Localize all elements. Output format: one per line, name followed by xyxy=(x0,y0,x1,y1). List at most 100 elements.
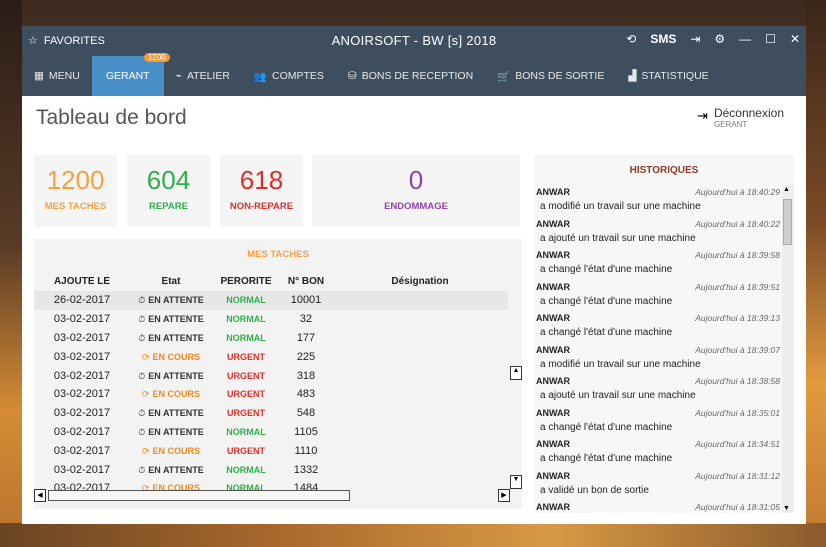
logout-role: GERANT xyxy=(713,120,748,129)
col-perorite[interactable]: PERORITE xyxy=(212,271,280,291)
page-title: Tableau de bord xyxy=(36,106,187,129)
cell-date: 03-02-2017 xyxy=(53,313,111,326)
pulse-icon: ⌁ xyxy=(175,70,182,82)
history-scroll-up[interactable]: ▲ xyxy=(783,186,790,193)
stat-mes-taches[interactable]: 1200 MES TACHES xyxy=(34,155,117,227)
table-row[interactable]: 03-02-2017 ⟳ EN COURS URGENT 225 xyxy=(34,347,508,366)
table-horizontal-scrollbar[interactable]: ◀ ▶ xyxy=(34,489,512,502)
history-item[interactable]: ANWAR Aujourd'hui à 18:31:12 a validé un b… xyxy=(534,469,782,501)
stat-endommage[interactable]: 0 ENDOMMAGE xyxy=(312,155,520,227)
table-scroll-down[interactable]: ▼ xyxy=(510,475,522,489)
stat-repare[interactable]: 604 REPARE xyxy=(127,155,210,227)
col-ajoute-le[interactable]: AJOUTE LE xyxy=(34,271,130,291)
cell-priority: URGENT xyxy=(212,404,280,423)
table-row[interactable]: 03-02-2017 ⏱ EN ATTENTE NORMAL 1332 xyxy=(34,460,508,479)
table-row[interactable]: 03-02-2017 ⏱ EN ATTENTE NORMAL 32 xyxy=(34,310,508,329)
history-message: a changé l'état d'une machine xyxy=(540,327,673,338)
cell-priority: NORMAL xyxy=(212,329,280,348)
cell-bon: 1332 xyxy=(293,463,319,476)
history-scrollbar[interactable]: ▲ ▼ xyxy=(782,185,794,513)
col-n-bon[interactable]: N° BON xyxy=(280,271,332,291)
cell-designation xyxy=(332,385,508,404)
stat-non-repare[interactable]: 618 NON-REPARE xyxy=(220,155,303,227)
nav-bons-reception-label: BONS DE RECEPTION xyxy=(361,70,474,82)
history-message: a changé l'état d'une machine xyxy=(540,421,673,433)
table-row[interactable]: 03-02-2017 ⟳ EN COURS URGENT 1110 xyxy=(34,441,508,460)
nav-gerant[interactable]: GERANT 1200 xyxy=(91,53,170,96)
stopwatch-icon: ⏱ xyxy=(138,464,146,475)
logout-button[interactable]: ⇥ Déconnexion GERANT xyxy=(697,106,784,129)
history-time: Aujourd'hui à 18:38:58 xyxy=(695,376,780,386)
cell-priority: NORMAL xyxy=(212,310,280,329)
scroll-left-button[interactable]: ◀ xyxy=(34,489,46,502)
history-item[interactable]: ANWAR Aujourd'hui à 18:34:51 a changé l'ét… xyxy=(534,437,782,469)
history-item[interactable]: ANWAR Aujourd'hui à 18:40:22 a ajouté un t… xyxy=(534,217,782,249)
history-item[interactable]: ANWAR Aujourd'hui à 18:35:01 a changé l'ét… xyxy=(534,406,782,438)
cell-bon: 548 xyxy=(296,407,316,420)
minimize-button[interactable]: — xyxy=(739,32,751,46)
history-scroll-thumb[interactable] xyxy=(783,199,792,245)
table-scroll-up[interactable]: ▲ xyxy=(510,366,522,380)
history-item[interactable]: ANWAR Aujourd'hui à 18:40:29 a modifié un … xyxy=(534,185,782,217)
priority-label: URGENT xyxy=(227,408,265,419)
logout-label: Déconnexion xyxy=(713,106,784,120)
history-item[interactable]: ANWAR Aujourd'hui à 18:39:58 a changé l'ét… xyxy=(534,248,782,280)
history-message: a changé l'état d'une machine xyxy=(540,295,673,307)
grid-icon: ▦ xyxy=(34,70,44,82)
table-row[interactable]: 03-02-2017 ⏱ EN ATTENTE NORMAL 177 xyxy=(34,329,508,348)
priority-label: URGENT xyxy=(227,389,265,400)
gear-icon[interactable]: ⚙ xyxy=(714,32,725,46)
sms-button[interactable]: SMS xyxy=(650,32,676,46)
tasks-panel: MES TACHES AJOUTE LE Etat PERORITE N° BO… xyxy=(34,239,522,509)
status-label: EN COURS xyxy=(152,445,201,456)
cell-priority: URGENT xyxy=(212,366,280,385)
history-user: ANWAR xyxy=(536,187,570,197)
history-item[interactable]: ANWAR Aujourd'hui à 18:39:13 a changé l'ét… xyxy=(534,311,782,343)
table-row[interactable]: 03-02-2017 ⏱ EN ATTENTE NORMAL 1105 xyxy=(34,423,508,442)
nav-bons-sortie[interactable]: 🛒 BONS DE SORTIE xyxy=(485,56,616,96)
cell-bon: 10001 xyxy=(280,291,332,310)
paint-icon[interactable]: ⟲ xyxy=(626,32,636,46)
cell-etat: ⏱ EN ATTENTE xyxy=(130,291,212,310)
nav-atelier[interactable]: ⌁ ATELIER xyxy=(164,56,242,96)
exit-icon[interactable]: ⇥ xyxy=(690,32,700,46)
col-designation[interactable]: Désignation xyxy=(332,271,508,291)
history-item[interactable]: ANWAR Aujourd'hui à 18:39:51 a changé l'ét… xyxy=(534,280,782,312)
history-user: ANWAR xyxy=(536,218,570,229)
cell-date: 03-02-2017 xyxy=(53,369,111,382)
nav-menu[interactable]: ▦ MENU xyxy=(22,56,92,96)
table-row[interactable]: 03-02-2017 ⟳ EN COURS URGENT 483 xyxy=(34,385,508,404)
nav-bons-reception[interactable]: ⛁ BONS DE RECEPTION xyxy=(336,56,485,96)
history-message: a ajouté un travail sur une machine xyxy=(540,232,696,244)
table-row[interactable]: 26-02-2017 ⏱ EN ATTENTE NORMAL 10001 xyxy=(34,291,508,310)
cell-bon: 318 xyxy=(296,369,316,382)
stat-label: ENDOMMAGE xyxy=(384,201,448,212)
stopwatch-icon: ⏱ xyxy=(138,332,146,343)
history-item[interactable]: ANWAR Aujourd'hui à 18:31:05 xyxy=(534,500,782,513)
scroll-right-button[interactable]: ▶ xyxy=(498,489,510,502)
cell-etat: ⏱ EN ATTENTE xyxy=(130,366,212,385)
cell-date: 03-02-2017 xyxy=(53,463,111,476)
maximize-button[interactable]: ☐ xyxy=(765,32,776,46)
refresh-icon: ⟳ xyxy=(141,445,150,456)
scroll-thumb[interactable] xyxy=(48,490,350,501)
refresh-icon: ⟳ xyxy=(141,351,150,362)
tasks-title: MES TACHES xyxy=(247,249,309,260)
table-row[interactable]: 03-02-2017 ⏱ EN ATTENTE URGENT 548 xyxy=(34,404,508,423)
cell-etat: ⏱ EN ATTENTE xyxy=(130,310,212,329)
cell-designation xyxy=(332,423,508,442)
nav-statistique-label: STATISTIQUE xyxy=(641,70,709,82)
table-row[interactable]: 03-02-2017 ⏱ EN ATTENTE URGENT 318 xyxy=(34,366,508,385)
nav-statistique[interactable]: ▟ STATISTIQUE xyxy=(616,56,720,96)
priority-label: URGENT xyxy=(227,351,265,362)
stopwatch-icon: ⏱ xyxy=(138,370,146,381)
col-etat[interactable]: Etat xyxy=(130,271,212,291)
history-user: ANWAR xyxy=(536,281,570,292)
history-item[interactable]: ANWAR Aujourd'hui à 18:38:58 a ajouté un t… xyxy=(534,374,782,406)
status-label: EN COURS xyxy=(152,389,201,400)
history-time: Aujourd'hui à 18:40:29 xyxy=(695,187,780,197)
history-scroll-down[interactable]: ▼ xyxy=(783,505,790,512)
nav-comptes[interactable]: 👥 COMPTES xyxy=(242,56,336,96)
close-button[interactable]: ✕ xyxy=(790,32,800,46)
history-item[interactable]: ANWAR Aujourd'hui à 18:39:07 a modifié un … xyxy=(534,343,782,375)
